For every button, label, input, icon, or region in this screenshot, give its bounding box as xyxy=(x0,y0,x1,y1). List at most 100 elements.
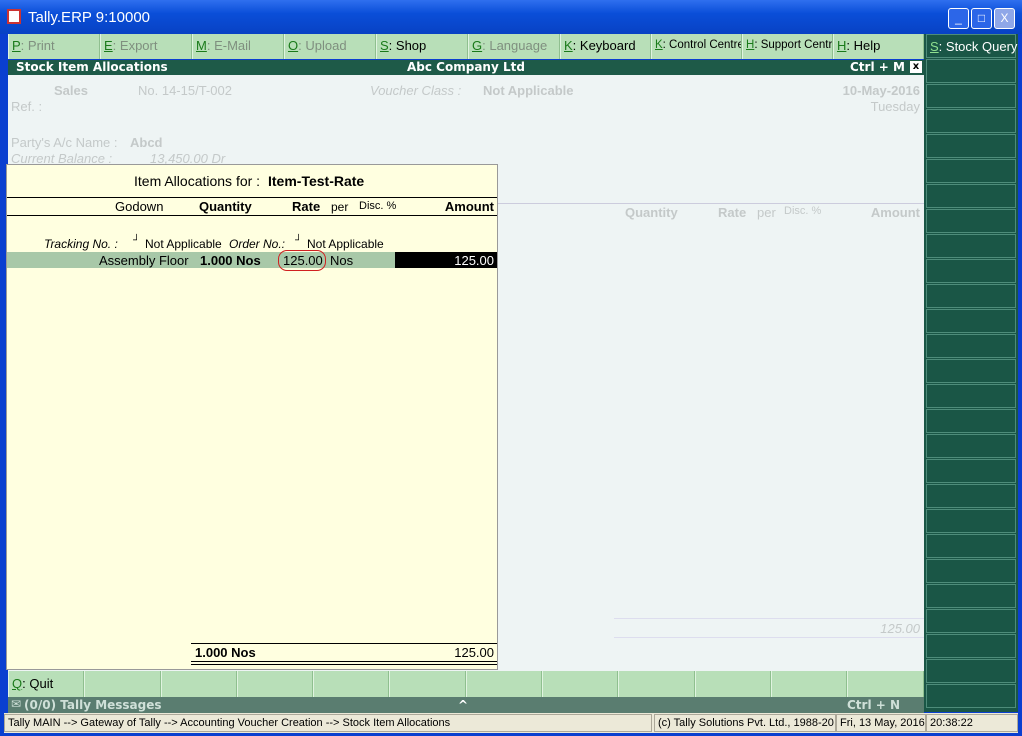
empty-side-button[interactable] xyxy=(926,109,1016,133)
empty-side-button[interactable] xyxy=(926,134,1016,158)
divider xyxy=(614,637,924,638)
menu-item-export[interactable]: E: Export xyxy=(100,34,192,59)
empty-bottom-button[interactable] xyxy=(236,671,314,697)
empty-side-button[interactable] xyxy=(926,409,1016,433)
total-quantity: 1.000 Nos xyxy=(195,645,256,660)
close-button[interactable]: X xyxy=(994,8,1015,29)
menu-label: : Export xyxy=(112,38,158,53)
current-date: Fri, 13 May, 2016 xyxy=(836,714,926,732)
menu-label: : Support Centre xyxy=(754,39,833,51)
hotkey: G xyxy=(472,38,483,53)
expand-caret-icon[interactable]: ^ xyxy=(458,698,468,712)
button-label: : Quit xyxy=(22,676,54,691)
empty-side-button[interactable] xyxy=(926,159,1016,183)
empty-bottom-button[interactable] xyxy=(313,671,390,697)
menu-item-e-mail[interactable]: M: E-Mail xyxy=(192,34,284,59)
double-underline xyxy=(191,661,497,665)
empty-side-button[interactable] xyxy=(926,259,1016,283)
minimize-button[interactable]: _ xyxy=(948,8,969,29)
quantity-cell[interactable]: 1.000 Nos xyxy=(200,253,261,268)
menu-item-control-centre[interactable]: K: Control Centre xyxy=(651,34,742,59)
empty-side-button[interactable] xyxy=(926,584,1016,608)
empty-side-button[interactable] xyxy=(926,59,1016,83)
empty-side-button[interactable] xyxy=(926,609,1016,633)
ctrl-n-shortcut[interactable]: Ctrl + N xyxy=(847,698,900,712)
hotkey: M xyxy=(196,38,207,53)
empty-bottom-button[interactable] xyxy=(542,671,619,697)
close-icon[interactable]: x xyxy=(910,61,922,73)
stock-query-button[interactable]: S: Stock Query xyxy=(926,34,1017,58)
empty-side-button[interactable] xyxy=(926,559,1016,583)
order-value[interactable]: Not Applicable xyxy=(307,237,384,251)
party-label: Party's A/c Name : xyxy=(11,135,118,150)
menu-item-upload[interactable]: O: Upload xyxy=(284,34,376,59)
title-bar: Tally.ERP 9:10000 _ □ X xyxy=(0,0,1022,34)
hotkey: E xyxy=(104,38,113,53)
empty-side-button[interactable] xyxy=(926,684,1016,708)
window-title: Tally.ERP 9:10000 xyxy=(28,9,151,26)
voucher-number: No. 14-15/T-002 xyxy=(138,83,232,98)
menu-item-help[interactable]: H: Help xyxy=(833,34,924,59)
empty-side-button[interactable] xyxy=(926,384,1016,408)
voucher-class-value: Not Applicable xyxy=(483,83,574,98)
per-cell[interactable]: Nos xyxy=(330,253,353,268)
quit-button[interactable]: Q: Quit xyxy=(8,671,85,697)
empty-side-button[interactable] xyxy=(926,84,1016,108)
amount-input[interactable]: 125.00 xyxy=(395,252,497,268)
app-icon xyxy=(7,9,21,24)
empty-bottom-button[interactable] xyxy=(847,671,924,697)
menu-item-keyboard[interactable]: K: Keyboard xyxy=(560,34,651,59)
empty-bottom-button[interactable] xyxy=(84,671,161,697)
empty-side-button[interactable] xyxy=(926,459,1016,483)
rate-cell[interactable]: 125.00 xyxy=(283,253,323,268)
empty-side-button[interactable] xyxy=(926,634,1016,658)
column-amount: Amount xyxy=(870,205,920,220)
tracking-value[interactable]: Not Applicable xyxy=(145,237,222,251)
godown-cell[interactable]: Assembly Floor xyxy=(99,253,189,268)
voucher-class-label: Voucher Class : xyxy=(370,83,462,98)
column-disc: Disc. % xyxy=(359,200,397,212)
empty-side-button[interactable] xyxy=(926,309,1016,333)
menu-label: : Upload xyxy=(298,38,347,53)
allocation-row[interactable]: Assembly Floor 1.000 Nos 125.00 Nos 125.… xyxy=(7,250,497,271)
menu-item-print[interactable]: P: Print xyxy=(8,34,100,59)
empty-side-button[interactable] xyxy=(926,434,1016,458)
empty-side-button[interactable] xyxy=(926,509,1016,533)
empty-bottom-button[interactable] xyxy=(618,671,695,697)
menu-label: : E-Mail xyxy=(206,38,251,53)
menu-label: : Language xyxy=(482,38,548,53)
status-bar: Tally MAIN --> Gateway of Tally --> Acco… xyxy=(4,713,1018,733)
bottom-button-bar: Q: Quit xyxy=(8,671,924,697)
tracking-label: Tracking No. : xyxy=(44,237,118,251)
hotkey: O xyxy=(288,38,299,53)
empty-side-button[interactable] xyxy=(926,334,1016,358)
voucher-type: Sales xyxy=(54,83,88,98)
menu-item-language[interactable]: G: Language xyxy=(468,34,560,59)
empty-side-button[interactable] xyxy=(926,659,1016,683)
empty-side-button[interactable] xyxy=(926,234,1016,258)
empty-side-button[interactable] xyxy=(926,534,1016,558)
menu-item-support-centre[interactable]: H: Support Centre xyxy=(742,34,833,59)
column-amount: Amount xyxy=(444,199,494,214)
ctrl-m-shortcut[interactable]: Ctrl + M xyxy=(850,60,905,74)
empty-bottom-button[interactable] xyxy=(770,671,848,697)
copyright: (c) Tally Solutions Pvt. Ltd., 1988-20 xyxy=(654,714,836,732)
divider xyxy=(7,215,497,216)
empty-side-button[interactable] xyxy=(926,359,1016,383)
divider xyxy=(498,203,924,204)
maximize-button[interactable]: □ xyxy=(971,8,992,29)
menu-item-shop[interactable]: S: Shop xyxy=(376,34,468,59)
empty-side-button[interactable] xyxy=(926,484,1016,508)
empty-bottom-button[interactable] xyxy=(694,671,771,697)
empty-bottom-button[interactable] xyxy=(160,671,237,697)
empty-side-button[interactable] xyxy=(926,209,1016,233)
hotkey: K xyxy=(564,38,573,53)
hotkey: Q xyxy=(12,676,23,691)
empty-bottom-button[interactable] xyxy=(389,671,466,697)
divider xyxy=(191,643,497,644)
empty-side-button[interactable] xyxy=(926,284,1016,308)
tally-messages-bar[interactable]: ✉ (0/0) Tally Messages ^ Ctrl + N xyxy=(8,697,924,713)
empty-side-button[interactable] xyxy=(926,184,1016,208)
empty-bottom-button[interactable] xyxy=(465,671,543,697)
screen-title: Stock Item Allocations xyxy=(16,60,168,74)
